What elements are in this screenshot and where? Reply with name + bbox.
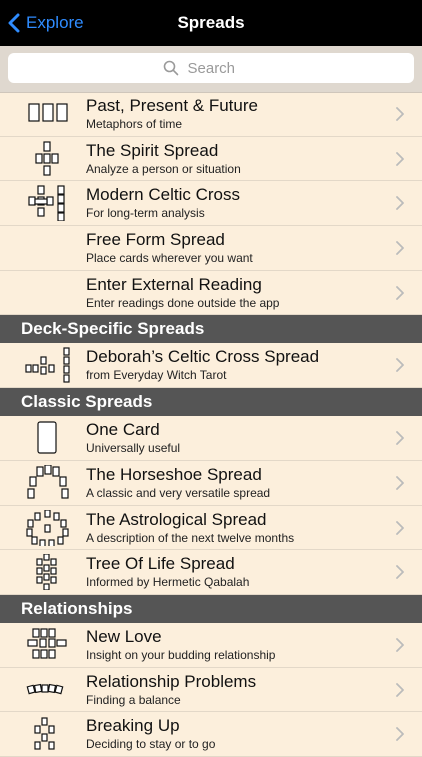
section-header: Deck-Specific Spreads [0,315,422,344]
spread-title: The Horseshoe Spread [86,464,262,484]
chevron-right-icon [396,358,404,373]
spread-subtitle: A description of the next twelve months [86,530,295,545]
spread-subtitle: Place cards wherever you want [86,251,253,266]
section-header: Relationships [0,594,422,623]
three-card-icon [28,103,68,122]
deborah-cross-icon [25,347,70,384]
spread-title: One Card [86,420,160,440]
spread-subtitle: For long-term analysis [86,206,205,221]
spread-row[interactable]: Enter External Reading Enter readings don… [0,271,422,316]
spread-row[interactable]: Breaking Up Deciding to stay or to go [0,712,422,757]
spirit-spread-icon [35,141,59,176]
spread-subtitle: Enter readings done outside the app [86,295,280,310]
celtic-cross-icon [28,185,65,222]
new-love-icon [27,628,67,659]
breaking-up-icon [34,717,55,750]
spread-subtitle: Metaphors of time [86,117,183,131]
spread-title: Past, Present & Future [86,96,258,115]
spread-title: Breaking Up [86,716,180,736]
page-title: Spreads [177,13,245,32]
chevron-right-icon [396,151,404,166]
astrological-icon [26,509,69,546]
spread-row[interactable]: The Spirit Spread Analyze a person or sit… [0,137,422,182]
search-icon [163,60,178,76]
spread-title: The Spirit Spread [86,140,219,160]
spread-title: Modern Celtic Cross [86,185,240,205]
spread-title: Deborah’s Celtic Cross Spread [86,347,320,367]
spread-row[interactable]: Deborah’s Celtic Cross Spread from Everyd… [0,343,422,389]
chevron-right-icon [396,682,404,697]
spread-row[interactable]: Free Form Spread Place cards wherever you… [0,226,422,271]
spread-title: Tree Of Life Spread [86,554,235,574]
spread-subtitle: A classic and very versatile spread [86,485,271,500]
spread-title: New Love [86,626,162,646]
spread-title: The Astrological Spread [86,509,267,529]
spread-subtitle: Analyze a person or situation [86,161,241,176]
spread-subtitle: Insight on your budding relationship [86,647,276,662]
spread-row[interactable]: Modern Celtic Cross For long-term analysi… [0,181,422,227]
one-card-icon [37,421,57,454]
navigation-bar: Explore Spreads [0,0,422,46]
search-bar [0,46,422,93]
search-input[interactable] [185,58,260,78]
horseshoe-icon [27,464,69,499]
tree-of-life-icon [36,554,57,591]
chevron-right-icon [396,637,404,652]
spread-row[interactable]: Relationship Problems Finding a balance [0,668,422,713]
spread-list: Past, Present & Future Metaphors of time T… [0,92,422,757]
spread-row[interactable]: One Card Universally useful [0,416,422,461]
spread-row[interactable]: Past, Present & Future Metaphors of time [0,92,422,137]
spread-title: Free Form Spread [86,230,225,250]
spread-row[interactable]: The Horseshoe Spread A classic and very v… [0,461,422,506]
spread-title: Enter External Reading [86,274,262,294]
chevron-right-icon [396,565,404,580]
spread-subtitle: Deciding to stay or to go [86,737,216,752]
section-header: Classic Spreads [0,388,422,417]
search-box[interactable] [8,53,414,83]
spread-subtitle: Informed by Hermetic Qabalah [86,575,250,590]
chevron-right-icon [396,475,404,490]
spread-row[interactable]: The Astrological Spread A description of … [0,506,422,551]
spread-row[interactable]: New Love Insight on your budding relation… [0,623,422,668]
chevron-right-icon [396,107,404,121]
chevron-right-icon [396,727,404,742]
spread-subtitle: Universally useful [86,441,181,456]
spread-subtitle: Finding a balance [86,692,181,707]
relationship-problems-icon [26,683,64,694]
spread-subtitle: from Everyday Witch Tarot [86,368,227,383]
spread-row[interactable]: Tree Of Life Spread Informed by Hermetic … [0,550,422,595]
chevron-right-icon [396,431,404,446]
chevron-right-icon [396,196,404,211]
chevron-right-icon [396,241,404,255]
chevron-right-icon [396,520,404,535]
chevron-right-icon [396,285,404,300]
spread-title: Relationship Problems [86,671,257,691]
